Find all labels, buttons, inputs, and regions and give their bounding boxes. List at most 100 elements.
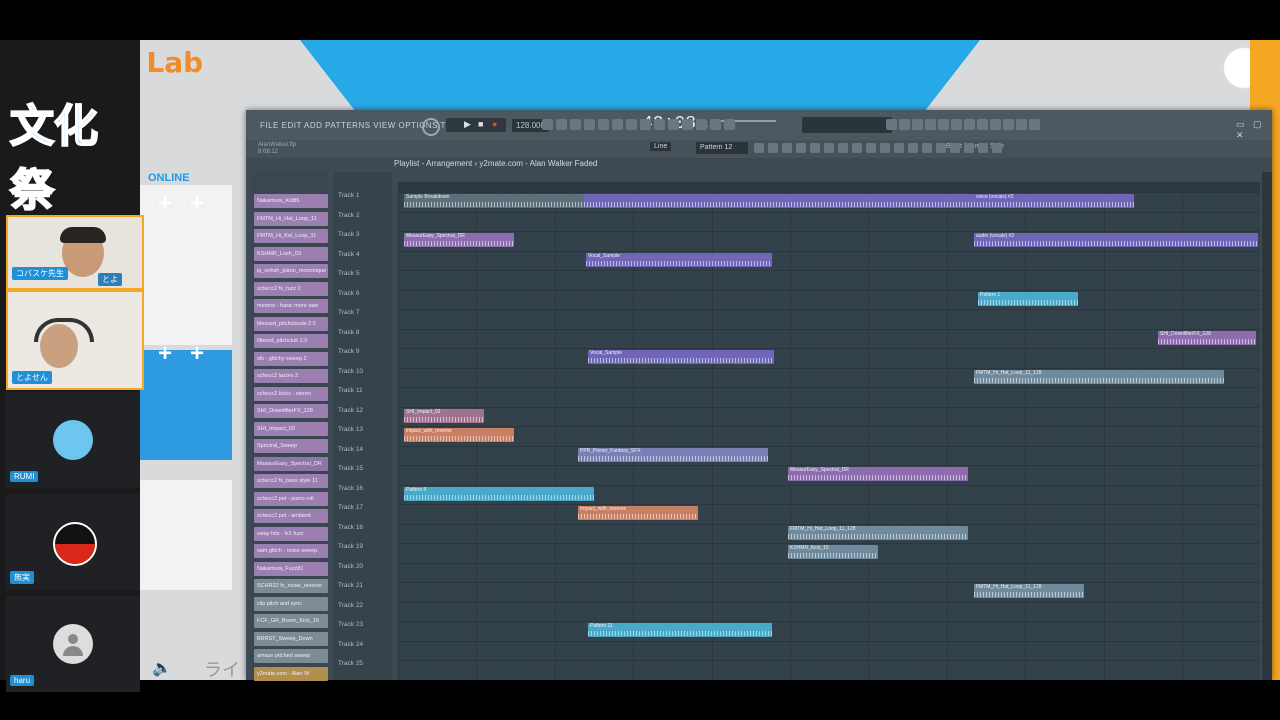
window-controls[interactable]: ▭ ▢ ✕ [1236, 119, 1272, 141]
track-name[interactable]: Track 8 [338, 329, 359, 336]
mixer-icon[interactable] [852, 143, 862, 153]
track-name[interactable]: Track 16 [338, 485, 363, 492]
playlist-clip[interactable]: KSHMR_Kick_15 [788, 545, 878, 559]
playlist-clip[interactable]: Pattern 5 [404, 486, 594, 501]
plugin-icon[interactable] [612, 119, 623, 130]
participant-tile[interactable]: haru [6, 596, 140, 692]
track-name[interactable]: Track 21 [338, 582, 363, 589]
participant-tile[interactable]: とよせん [6, 290, 144, 390]
track-name[interactable]: Track 3 [338, 231, 359, 238]
track-name[interactable]: Track 5 [338, 270, 359, 277]
playlist-clip[interactable]: Pattern 1 [978, 291, 1078, 306]
channel-rack-icon[interactable] [977, 119, 988, 130]
playlist-icon[interactable] [584, 119, 595, 130]
mixer-icon[interactable] [951, 119, 962, 130]
playlist-clip[interactable]: FMTM_Hi_Hat_Loop_11_128 [974, 369, 1224, 384]
playlist-clip[interactable]: SHI_Impact_03 [404, 408, 484, 423]
browser-item[interactable]: blessed_pitchclouds 2.0 [254, 316, 328, 331]
settings-icon[interactable] [925, 119, 936, 130]
playlist-icon[interactable] [894, 143, 904, 153]
browser-icon[interactable] [598, 119, 609, 130]
stop-icon[interactable]: ■ [478, 119, 483, 129]
piano-roll-icon[interactable] [668, 119, 679, 130]
browser-icon[interactable] [1003, 119, 1014, 130]
track-name[interactable]: Track 20 [338, 563, 363, 570]
channel-rack-icon[interactable] [880, 143, 890, 153]
participant-tile[interactable]: コバスケ先生 とよ [6, 215, 144, 290]
browser-icon[interactable] [908, 143, 918, 153]
play-icon[interactable]: ▶ [464, 119, 471, 130]
participant-tile[interactable]: 無実 [6, 494, 140, 590]
settings-icon[interactable] [1029, 119, 1040, 130]
browser-item[interactable]: KSHMR_Lush_03 [254, 246, 328, 261]
track-name[interactable]: Track 14 [338, 446, 363, 453]
browser-item[interactable]: schecc2 lazors 3 [254, 369, 328, 383]
timeline-ruler[interactable] [398, 182, 1260, 192]
pattern-selector[interactable]: Pattern 12 [696, 142, 748, 154]
browser-item[interactable]: y2mate.com - Alan W [254, 666, 328, 681]
playlist-icon[interactable] [990, 119, 1001, 130]
track-name[interactable]: Track 22 [338, 602, 363, 609]
track-name[interactable]: Track 4 [338, 251, 359, 258]
mixer-icon[interactable] [542, 119, 553, 130]
track-name[interactable]: Track 19 [338, 543, 363, 550]
playlist-clip[interactable]: Pattern 11 [588, 623, 772, 637]
playlist-clip[interactable]: FMTM_Hi_Hat_Loop_11_128 [788, 525, 968, 540]
playlist-clip[interactable]: impact_with_reverse [404, 428, 514, 442]
plugin-icon[interactable] [922, 143, 932, 153]
browser-item[interactable]: SCHR22 fx_noise_reverse [254, 579, 328, 593]
plugin-icon[interactable] [1016, 119, 1027, 130]
playlist-icon[interactable] [696, 119, 707, 130]
track-name[interactable]: Track 2 [338, 212, 359, 219]
channel-rack-icon[interactable] [570, 119, 581, 130]
track-name[interactable]: Track 15 [338, 465, 363, 472]
piano-roll-icon[interactable] [964, 119, 975, 130]
playlist-clip[interactable]: voice (vocals) #2 [974, 194, 1134, 208]
track-name[interactable]: Track 7 [338, 309, 359, 316]
scrollbar[interactable] [1262, 172, 1272, 680]
browser-item[interactable]: SHI_Impact_03 [254, 421, 328, 436]
browser-item[interactable]: clip pitch and sync [254, 596, 328, 611]
browser-item[interactable]: filtered_pitchclub 2.0 [254, 334, 328, 348]
playlist-icon[interactable] [782, 143, 792, 153]
browser-item[interactable]: SHI_DownlifterFX_128 [254, 404, 328, 418]
playlist-clip[interactable]: MeasurEasy_Spectral_DR [404, 233, 514, 247]
record-icon[interactable]: ● [492, 119, 497, 129]
plugin-icon[interactable] [810, 143, 820, 153]
track-name[interactable]: Track 10 [338, 368, 363, 375]
playlist-grid[interactable]: voice (vocals) #2 Pattern 5 Sample Breakdo… [398, 192, 1260, 680]
help-icon[interactable] [640, 119, 651, 130]
piano-roll-icon[interactable] [978, 143, 988, 153]
browser-item[interactable]: schecc2 pet - ambient [254, 509, 328, 523]
browser-item[interactable]: sway hits - fx1 fuzz [254, 526, 328, 541]
browser-item[interactable]: Spectral_Sweep [254, 439, 328, 453]
track-name[interactable]: Track 12 [338, 407, 363, 414]
browser-item[interactable]: FCF_GR_Boom_Kick_15 [254, 614, 328, 628]
browser-item[interactable]: schecc2 fx_fuzz 2 [254, 281, 328, 296]
playlist-clip[interactable]: Impact_with_reverse [578, 506, 698, 520]
track-name[interactable]: Track 18 [338, 524, 363, 531]
playlist-clip[interactable]: SHI_DownlifterFX_128 [1158, 330, 1256, 345]
settings-icon[interactable] [824, 143, 834, 153]
playlist-icon[interactable] [886, 119, 897, 130]
settings-icon[interactable] [626, 119, 637, 130]
browser-item[interactable]: ip_oohsh_piano_mononique [254, 264, 328, 278]
piano-roll-icon[interactable] [866, 143, 876, 153]
browser-item[interactable]: mesmo - hasic more saw [254, 299, 328, 313]
knob-icon[interactable] [422, 118, 440, 136]
channel-rack-icon[interactable] [992, 143, 1002, 153]
browser-item[interactable]: Nakamura_Fuzz81 [254, 561, 328, 576]
track-name[interactable]: Track 6 [338, 290, 359, 297]
playlist-clip[interactable]: PPR_Pinner_Fantasy_SFX [578, 447, 768, 462]
track-name[interactable]: Track 17 [338, 504, 363, 511]
playlist-clip[interactable]: Sample Breakdown [404, 194, 584, 208]
browser-item[interactable]: FMTM_Hi_Hat_Loop_11 [254, 211, 328, 226]
playlist-clip[interactable]: MeasurEasy_Spectral_DR [788, 467, 968, 481]
plugin-icon[interactable] [724, 119, 735, 130]
track-name[interactable]: Track 25 [338, 660, 363, 667]
browser-item[interactable]: Nakamura_Kid85 [254, 194, 328, 208]
plugin-icon[interactable] [912, 119, 923, 130]
browser-item[interactable]: BRRST_Sweep_Down [254, 631, 328, 646]
participant-tile[interactable]: RUMI [6, 392, 140, 488]
playlist-clip[interactable]: FMTM_Hi_Hat_Loop_11_128 [974, 584, 1084, 598]
